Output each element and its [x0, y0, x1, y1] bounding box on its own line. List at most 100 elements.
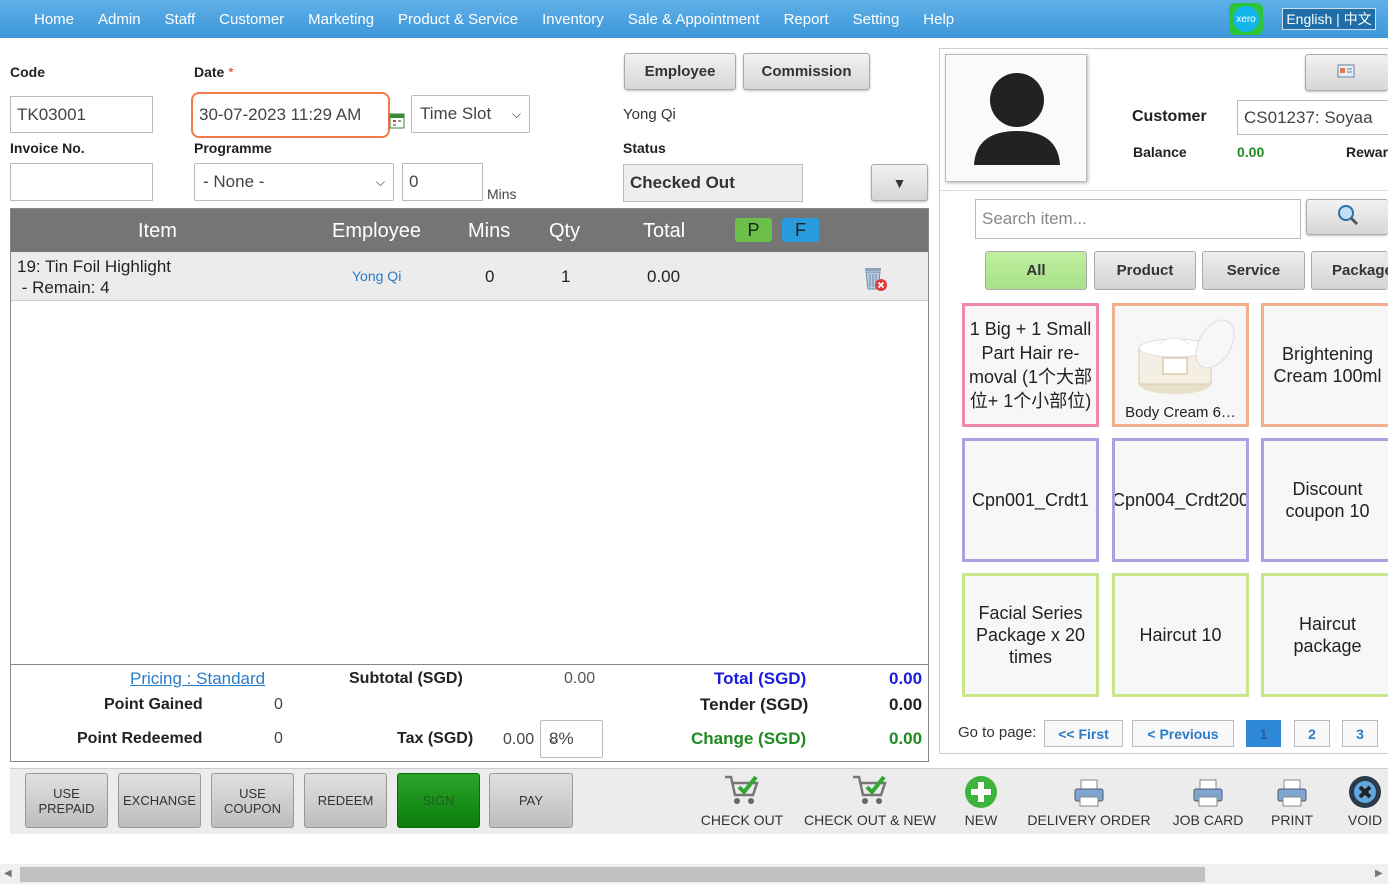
nav-item-home[interactable]: Home [34, 11, 74, 28]
previous-page-button[interactable]: < Previous [1132, 720, 1234, 747]
nav-item-marketing[interactable]: Marketing [308, 11, 374, 28]
nav-item-admin[interactable]: Admin [98, 11, 141, 28]
scrollbar-thumb[interactable] [20, 867, 1205, 882]
search-icon [1337, 204, 1359, 230]
tab-package[interactable]: Package [1311, 251, 1388, 290]
employee-name: Yong Qi [623, 106, 676, 123]
redeem-button[interactable]: REDEEM [304, 773, 387, 828]
employee-button[interactable]: Employee [624, 53, 736, 90]
point-gained-label: Point Gained [104, 696, 203, 713]
customer-label: Customer [1132, 108, 1207, 125]
page-2-button[interactable]: 2 [1294, 720, 1330, 747]
balance-value: 0.00 [1237, 144, 1265, 160]
search-item-input[interactable]: Search item... [975, 199, 1301, 239]
item-tile[interactable]: Brightening Cream 100ml [1261, 303, 1388, 427]
header-item: Item [138, 220, 177, 242]
header-f-badge[interactable]: F [782, 218, 819, 242]
invoice-input[interactable] [10, 163, 153, 201]
item-tile[interactable]: Facial Series Package x 20 times [962, 573, 1099, 697]
code-label: Code [10, 64, 45, 80]
header-qty: Qty [549, 220, 581, 242]
row-total: 0.00 [647, 267, 681, 286]
new-button[interactable]: NEW [960, 776, 1002, 828]
item-tile[interactable]: 1 Big + 1 Small Part Hair re-moval (1个大部… [962, 303, 1099, 427]
tile-label: Body Cream 6… [1125, 404, 1236, 421]
customer-avatar[interactable] [945, 54, 1087, 182]
nav-item-report[interactable]: Report [784, 11, 829, 28]
code-input[interactable]: TK03001 [10, 96, 153, 133]
language-switcher[interactable]: English | 中文 [1282, 8, 1376, 30]
status-label: Status [623, 140, 666, 156]
sign-button[interactable]: SIGN [397, 773, 480, 828]
nav-item-sale-appointment[interactable]: Sale & Appointment [628, 11, 760, 28]
xero-logo-icon: xero [1233, 6, 1259, 32]
use-prepaid-button[interactable]: USE PREPAID [25, 773, 108, 828]
chevron-down-icon: ⌵ [549, 731, 559, 746]
tab-service[interactable]: Service [1202, 251, 1305, 290]
item-tile[interactable]: Cpn004_Crdt200 [1112, 438, 1249, 562]
status-value: Checked Out [623, 164, 803, 202]
time-slot-select[interactable]: Time Slot ⌵ [411, 95, 530, 133]
main-menu: Home Admin Staff Customer Marketing Prod… [22, 0, 966, 38]
nav-item-staff[interactable]: Staff [165, 11, 196, 28]
items-grid: Item Employee Mins Qty Total P F 19: Tin… [10, 208, 929, 762]
point-redeemed-value: 0 [274, 730, 283, 747]
row-qty: 1 [561, 267, 571, 286]
item-tile[interactable]: Discount coupon 10 [1261, 438, 1388, 562]
pricing-link[interactable]: Pricing : Standard [130, 669, 265, 689]
mins-input[interactable]: 0 [402, 163, 483, 201]
use-prepaid-label: USE PREPAID [38, 785, 95, 816]
check-out-button[interactable]: CHECK OUT [701, 775, 783, 828]
scroll-left-icon[interactable]: ◀ [4, 868, 12, 879]
page-1-button[interactable]: 1 [1246, 720, 1281, 747]
chevron-down-icon: ⌵ [375, 174, 385, 189]
body-cream-jar-image [1129, 314, 1235, 402]
customer-input[interactable]: CS01237: Soyaa [1237, 100, 1388, 135]
status-dropdown-button[interactable]: ▼ [871, 164, 928, 201]
top-nav-bar: Home Admin Staff Customer Marketing Prod… [0, 0, 1388, 38]
pay-button[interactable]: PAY [489, 773, 573, 828]
change-value: 0.00 [889, 729, 923, 748]
nav-item-customer[interactable]: Customer [219, 11, 284, 28]
header-p-badge[interactable]: P [735, 218, 772, 242]
item-tile[interactable]: Cpn001_Crdt1 [962, 438, 1099, 562]
check-out-and-new-button[interactable]: CHECK OUT & NEW [804, 775, 936, 828]
programme-value: - None - [203, 172, 265, 191]
point-gained-value: 0 [274, 696, 283, 713]
programme-select[interactable]: - None - ⌵ [194, 163, 394, 201]
total-value: 0.00 [889, 669, 923, 688]
job-card-button[interactable]: JOB CARD [1173, 776, 1243, 828]
row-employee-link[interactable]: Yong Qi [352, 268, 401, 284]
void-button[interactable]: VOID [1344, 776, 1386, 828]
tab-all[interactable]: All [985, 251, 1087, 290]
delete-icon[interactable] [862, 264, 888, 297]
nav-item-product-service[interactable]: Product & Service [398, 11, 518, 28]
nav-item-help[interactable]: Help [923, 11, 954, 28]
date-input[interactable]: 30-07-2023 11:29 AM [191, 92, 390, 138]
item-tile[interactable]: Body Cream 6… [1112, 303, 1249, 427]
use-coupon-button[interactable]: USE COUPON [211, 773, 294, 828]
print-button[interactable]: PRINT [1268, 776, 1316, 828]
chevron-down-icon: ⌵ [511, 106, 521, 121]
table-row[interactable]: 19: Tin Foil Highlight - Remain: 4 Yong … [11, 252, 928, 301]
xero-button[interactable]: xero [1229, 3, 1263, 35]
commission-button[interactable]: Commission [743, 53, 870, 90]
tax-label: Tax (SGD) [397, 730, 474, 747]
mins-label: Mins [487, 186, 517, 202]
item-tile[interactable]: Haircut 10 [1112, 573, 1249, 697]
tax-rate-select[interactable]: 8% ⌵ [540, 720, 603, 758]
scroll-right-icon[interactable]: ▶ [1375, 868, 1383, 879]
search-button[interactable] [1306, 199, 1388, 235]
tab-product[interactable]: Product [1094, 251, 1196, 290]
item-tile[interactable]: Haircut package [1261, 573, 1388, 697]
delivery-order-label: DELIVERY ORDER [1027, 812, 1151, 828]
page-3-button[interactable]: 3 [1342, 720, 1378, 747]
exchange-button[interactable]: EXCHANGE [118, 773, 201, 828]
nav-item-setting[interactable]: Setting [853, 11, 900, 28]
delivery-order-button[interactable]: DELIVERY ORDER [1027, 776, 1151, 828]
nav-item-inventory[interactable]: Inventory [542, 11, 604, 28]
header-mins: Mins [468, 220, 511, 242]
customer-card-button[interactable] [1305, 54, 1388, 91]
first-page-button[interactable]: << First [1044, 720, 1123, 747]
calendar-icon[interactable] [389, 111, 405, 129]
